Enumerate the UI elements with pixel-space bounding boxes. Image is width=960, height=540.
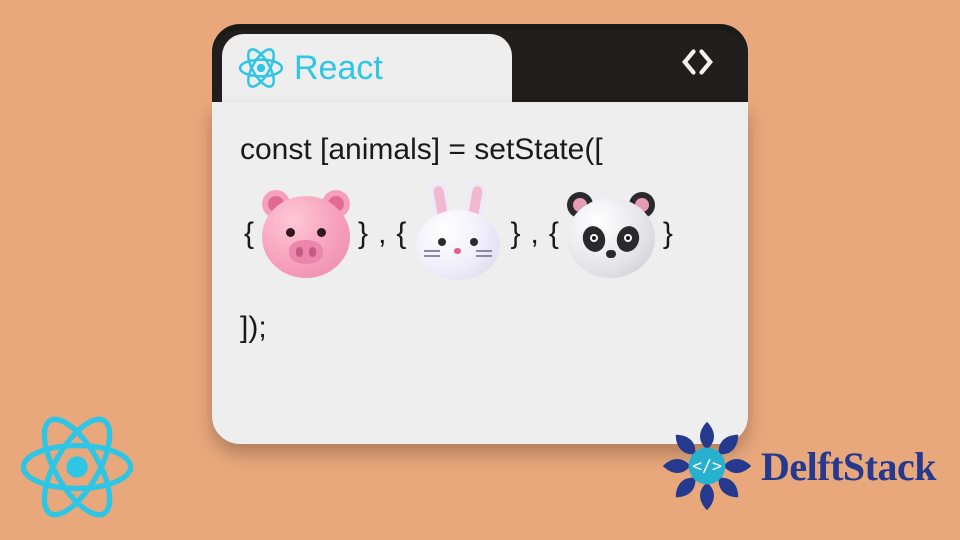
react-atom-icon — [238, 45, 284, 91]
code-line-3: ]); — [240, 310, 720, 346]
browser-tab-react[interactable]: React — [222, 34, 512, 102]
svg-text:</>: </> — [692, 457, 722, 476]
code-line-1: const [animals] = setState([ — [240, 132, 720, 168]
code-snippet: const [animals] = setState([ { } , { — [212, 102, 748, 444]
chevron-right-icon[interactable] — [696, 48, 714, 76]
tab-title: React — [294, 49, 383, 88]
close-brace: } — [354, 216, 372, 252]
comma-sep: , — [530, 216, 538, 252]
comma-sep: , — [378, 216, 386, 252]
open-brace: { — [392, 216, 410, 252]
pig-icon — [258, 186, 354, 282]
delftstack-brand: </> DelftStack — [661, 420, 936, 512]
bunny-icon — [410, 186, 506, 282]
browser-window: React const [animals] = setState([ { } , — [212, 24, 748, 444]
panda-icon — [563, 186, 659, 282]
react-atom-icon — [18, 408, 136, 526]
code-line-2: { } , { — [240, 186, 720, 282]
animal-slot-panda: { } — [545, 186, 677, 282]
close-brace: } — [506, 216, 524, 252]
delftstack-wordmark: DelftStack — [761, 443, 936, 490]
window-titlebar: React — [212, 24, 748, 102]
close-brace: } — [659, 216, 677, 252]
nav-arrows — [681, 48, 714, 76]
animal-slot-bunny: { } — [392, 186, 524, 282]
open-brace: { — [545, 216, 563, 252]
delftstack-mandala-icon: </> — [661, 420, 753, 512]
open-brace: { — [240, 216, 258, 252]
animal-slot-pig: { } — [240, 186, 372, 282]
